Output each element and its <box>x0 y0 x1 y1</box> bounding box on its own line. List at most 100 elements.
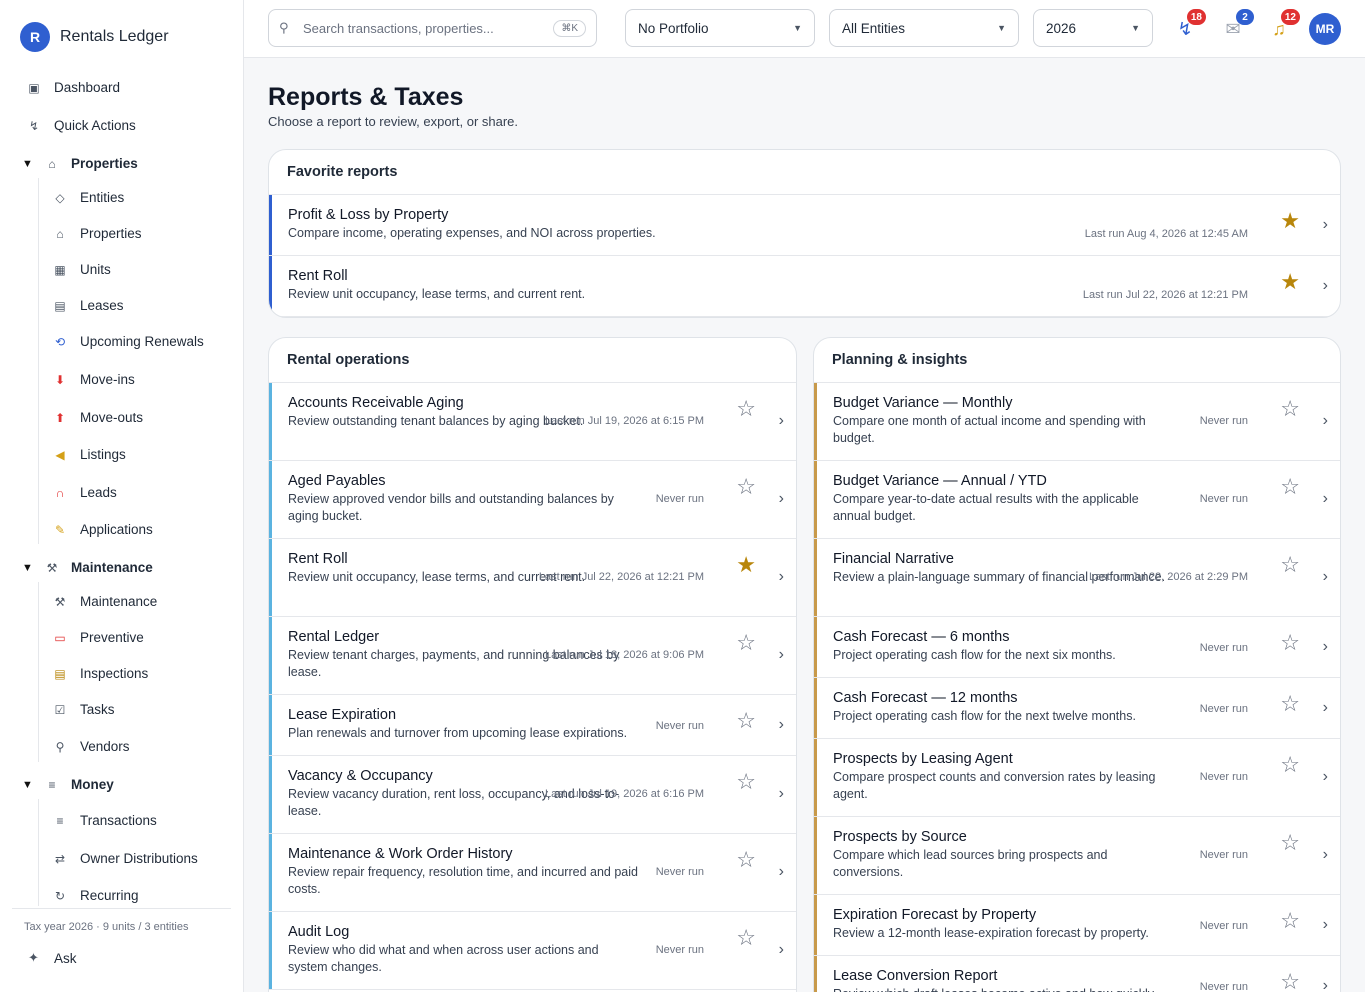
report-row[interactable]: Cash Forecast — 12 months Project operati… <box>814 678 1340 739</box>
star-outline-icon[interactable]: ☆ <box>1280 909 1300 932</box>
chevron-right-icon[interactable]: › <box>1323 569 1328 585</box>
report-row[interactable]: Aged Payables Review approved vendor bill… <box>269 461 796 539</box>
report-description: Review a 12-month lease-expiration forec… <box>833 926 1149 940</box>
star-outline-icon[interactable]: ☆ <box>736 709 756 732</box>
chevron-right-icon[interactable]: › <box>1323 277 1328 294</box>
entities-select[interactable]: All Entities ▼ <box>829 9 1019 47</box>
sidebar-group-properties[interactable]: ▼ ⌂ Properties <box>22 156 138 171</box>
sidebar-item-transactions[interactable]: ≡ Transactions <box>50 813 156 828</box>
sidebar-item-maintenance[interactable]: ⚒ Maintenance <box>50 594 158 609</box>
caret-down-icon: ▼ <box>22 157 33 170</box>
sidebar-item-quick-actions[interactable]: ↯ Quick Actions <box>24 118 136 133</box>
chevron-right-icon[interactable]: › <box>1323 977 1328 992</box>
messages-button[interactable]: ✉ 2 <box>1218 9 1254 44</box>
sidebar-group-maintenance[interactable]: ▼ ⚒ Maintenance <box>22 560 153 575</box>
sidebar-item-recurring[interactable]: ↻ Recurring <box>50 888 139 903</box>
star-outline-icon[interactable]: ☆ <box>736 398 756 420</box>
star-filled-icon[interactable]: ★ <box>1280 270 1300 293</box>
report-row[interactable]: Audit Log Review who did what and when ac… <box>269 912 796 990</box>
chevron-right-icon[interactable]: › <box>779 786 784 802</box>
portfolio-select[interactable]: No Portfolio ▼ <box>625 9 815 47</box>
sidebar-item-dashboard[interactable]: ▣ Dashboard <box>24 80 120 95</box>
chevron-right-icon[interactable]: › <box>1323 916 1328 933</box>
activity-button[interactable]: ↯ 18 <box>1170 9 1206 44</box>
sidebar-item-upcoming-renewals[interactable]: ⟲ Upcoming Renewals <box>50 334 204 349</box>
sidebar-item-inspections[interactable]: ▤ Inspections <box>50 666 148 681</box>
report-description: Review which draft leases become active … <box>833 986 1173 992</box>
chevron-right-icon[interactable]: › <box>1323 699 1328 716</box>
report-row[interactable]: Expiration Forecast by Property Review a … <box>814 895 1340 956</box>
report-row[interactable]: Lease Conversion Report Review which draf… <box>814 956 1340 992</box>
chevron-right-icon[interactable]: › <box>779 491 784 507</box>
sidebar-item-owner-distributions[interactable]: ⇄ Owner Distributions <box>50 851 198 866</box>
magnet-icon: ∩ <box>55 485 65 500</box>
sidebar-item-properties[interactable]: ⌂ Properties <box>50 226 142 241</box>
sidebar-item-vendors[interactable]: ⚲ Vendors <box>50 739 130 754</box>
report-row[interactable]: Rental Ledger Review tenant charges, paym… <box>269 617 796 695</box>
star-outline-icon[interactable]: ☆ <box>1280 970 1300 992</box>
chevron-right-icon[interactable]: › <box>779 864 784 880</box>
star-outline-icon[interactable]: ☆ <box>736 632 756 654</box>
brand[interactable]: R Rentals Ledger <box>20 22 169 52</box>
last-run-status: Never run <box>1199 919 1248 932</box>
star-outline-icon[interactable]: ☆ <box>1280 476 1300 498</box>
report-row[interactable]: Rent Roll Review unit occupancy, lease te… <box>269 256 1340 317</box>
sidebar-item-label: Properties <box>80 226 142 241</box>
chevron-right-icon[interactable]: › <box>1323 769 1328 785</box>
star-outline-icon[interactable]: ☆ <box>1280 631 1300 654</box>
report-description: Compare which lead sources bring prospec… <box>833 848 1108 879</box>
sidebar-item-tasks[interactable]: ☑ Tasks <box>50 702 115 717</box>
report-row[interactable]: Financial Narrative Review a plain-langua… <box>814 539 1340 617</box>
sidebar-item-listings[interactable]: ◀ Listings <box>50 447 125 462</box>
chevron-right-icon[interactable]: › <box>779 413 784 429</box>
sidebar-item-preventive[interactable]: ▭ Preventive <box>50 630 143 645</box>
sidebar-item-label: Maintenance <box>80 594 158 609</box>
star-outline-icon[interactable]: ☆ <box>1280 398 1300 420</box>
report-row[interactable]: Budget Variance — Annual / YTD Compare ye… <box>814 461 1340 539</box>
report-row[interactable]: Rent Roll Review unit occupancy, lease te… <box>269 539 796 617</box>
report-row[interactable]: Budget Variance — Monthly Compare one mon… <box>814 383 1340 461</box>
report-row[interactable]: Maintenance & Work Order History Review r… <box>269 834 796 912</box>
chevron-right-icon[interactable]: › <box>1323 413 1328 429</box>
ask-button[interactable]: ✦ Ask <box>28 950 77 966</box>
star-outline-icon[interactable]: ☆ <box>736 771 756 793</box>
notifications-button[interactable]: ♫ 12 <box>1264 9 1300 44</box>
star-outline-icon[interactable]: ☆ <box>1280 754 1300 776</box>
star-outline-icon[interactable]: ☆ <box>1280 692 1300 715</box>
star-outline-icon[interactable]: ☆ <box>736 849 756 871</box>
sidebar-item-units[interactable]: ▦ Units <box>50 262 110 277</box>
star-outline-icon[interactable]: ☆ <box>736 927 756 949</box>
star-filled-icon[interactable]: ★ <box>1280 209 1300 232</box>
report-row[interactable]: Cash Forecast — 6 months Project operatin… <box>814 617 1340 678</box>
chevron-right-icon[interactable]: › <box>779 647 784 663</box>
report-row[interactable]: Vacancy & Occupancy Review vacancy durati… <box>269 756 796 834</box>
year-select[interactable]: 2026 ▼ <box>1033 9 1153 47</box>
avatar[interactable]: MR <box>1309 13 1341 45</box>
chevron-right-icon[interactable]: › <box>779 569 784 585</box>
report-row[interactable]: Accounts Receivable Aging Review outstand… <box>269 383 796 461</box>
report-row[interactable]: Profit & Loss by Property Compare income,… <box>269 195 1340 256</box>
search-input[interactable] <box>303 20 538 36</box>
star-outline-icon[interactable]: ☆ <box>736 476 756 498</box>
sidebar-item-move-outs[interactable]: ⬆ Move-outs <box>50 410 143 425</box>
sidebar-item-leads[interactable]: ∩ Leads <box>50 485 117 500</box>
chevron-right-icon[interactable]: › <box>779 942 784 958</box>
report-row[interactable]: Lease Expiration Plan renewals and turnov… <box>269 695 796 756</box>
chevron-right-icon[interactable]: › <box>1323 216 1328 233</box>
sidebar-item-entities[interactable]: ◇ Entities <box>50 190 124 205</box>
report-row[interactable]: Prospects by Source Compare which lead so… <box>814 817 1340 895</box>
quick-actions-icon: ↯ <box>28 118 40 133</box>
sidebar-item-move-ins[interactable]: ⬇ Move-ins <box>50 372 135 387</box>
search-box[interactable]: ⚲ ⌘K <box>268 9 597 47</box>
star-filled-icon[interactable]: ★ <box>736 554 756 576</box>
chevron-right-icon[interactable]: › <box>779 716 784 733</box>
chevron-right-icon[interactable]: › <box>1323 847 1328 863</box>
sidebar-item-leases[interactable]: ▤ Leases <box>50 298 123 313</box>
chevron-right-icon[interactable]: › <box>1323 491 1328 507</box>
chevron-right-icon[interactable]: › <box>1323 638 1328 655</box>
report-row[interactable]: Prospects by Leasing Agent Compare prospe… <box>814 739 1340 817</box>
sidebar-item-applications[interactable]: ✎ Applications <box>50 522 153 537</box>
sidebar-group-money[interactable]: ▼ ≡ Money <box>22 777 114 792</box>
star-outline-icon[interactable]: ☆ <box>1280 554 1300 576</box>
star-outline-icon[interactable]: ☆ <box>1280 832 1300 854</box>
